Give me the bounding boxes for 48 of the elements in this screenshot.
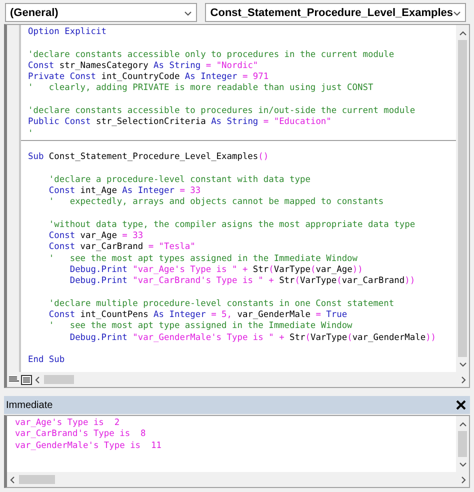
scroll-down-icon[interactable]	[458, 460, 466, 468]
dropdown-caret-icon[interactable]	[453, 8, 461, 16]
output-line: var_CarBrand's Type is 8	[15, 429, 147, 441]
scrollbar-thumb[interactable]	[19, 475, 55, 484]
procedure-dropdown[interactable]: Const_Statement_Procedure_Level_Examples	[205, 3, 466, 22]
code-line: Debug.Print "var_Age's Type is " + Str(VarType(var_Age))	[68, 264, 364, 276]
code-line: Public Const str_SelectionCriteria As String = "Education"	[28, 117, 332, 129]
code-line: 'without data type, the compiler asigns the most appropriate data type	[48, 220, 416, 232]
scroll-down-icon[interactable]	[458, 360, 466, 368]
code-line: ' see the most apt type assigned in the Immediate Window	[48, 321, 354, 333]
scroll-left-icon[interactable]	[9, 476, 17, 484]
code-line: ' expectedly, arrays and objects cannot be mapped to constants	[48, 197, 385, 208]
object-dropdown[interactable]: (General)	[5, 3, 198, 22]
output-line: var_GenderMale's Type is 11	[15, 440, 162, 452]
full-module-view-icon[interactable]	[21, 374, 32, 384]
code-line: Debug.Print "var_CarBrand's Type is " + Str(VarType(var_CarBrand))	[68, 276, 416, 288]
code-line: Const str_NamesCategory As String = "Nordic"	[28, 60, 260, 72]
procedure-view-icon[interactable]	[9, 375, 19, 384]
code-line: ' see the most apt types assigned in the Immediate Window	[48, 254, 359, 265]
code-line: 'declare multiple procedure-level constants in one Const statement	[48, 298, 396, 310]
code-line: Const int_Age As Integer = 33	[48, 186, 202, 197]
code-line: Const int_CountPens As Integer = 5, var_GenderMale = True	[48, 310, 348, 321]
scrollbar-thumb[interactable]	[44, 375, 74, 384]
scroll-up-icon[interactable]	[458, 420, 466, 428]
scroll-up-icon[interactable]	[458, 29, 466, 37]
code-line: Private Const int_CountryCode As Integer = 971	[28, 72, 270, 83]
code-line: 'declare a procedure-level constant with data type	[48, 174, 312, 186]
code-line: Const var_CarBrand = "Tesla"	[48, 242, 196, 254]
code-line: 'declare constants accessible to procedures in/out-side the current module	[28, 106, 416, 117]
scroll-right-icon[interactable]	[459, 476, 467, 484]
immediate-output[interactable]: var_Age's Type is 2 var_CarBrand's Type is 8 var_GenderMale's Type is 11	[7, 416, 456, 472]
code-line: '	[28, 128, 34, 140]
panel-title: Immediate	[6, 400, 53, 410]
code-editor[interactable]	[21, 25, 456, 372]
code-line: Option Explicit	[28, 27, 108, 38]
output-line: var_Age's Type is 2	[15, 418, 121, 429]
scroll-left-icon[interactable]	[34, 376, 42, 384]
code-line: ' clearly, adding PRIVATE is more readable than using just CONST	[28, 83, 374, 95]
scrollbar-thumb[interactable]	[458, 431, 467, 457]
code-line: Sub Const_Statement_Procedure_Level_Examples()	[28, 152, 270, 164]
code-line: 'declare constants accessible only to procedures in the current module	[28, 50, 396, 61]
scrollbar-thumb[interactable]	[458, 40, 467, 357]
close-button[interactable]	[454, 398, 468, 412]
code-line: End Sub	[28, 355, 66, 367]
code-line: Const var_Age = 33	[48, 231, 144, 242]
dropdown-caret-icon[interactable]	[184, 8, 192, 16]
scroll-right-icon[interactable]	[459, 376, 467, 384]
code-line: Debug.Print "var_GenderMale's Type is " + Str(VarType(var_GenderMale))	[68, 332, 438, 344]
